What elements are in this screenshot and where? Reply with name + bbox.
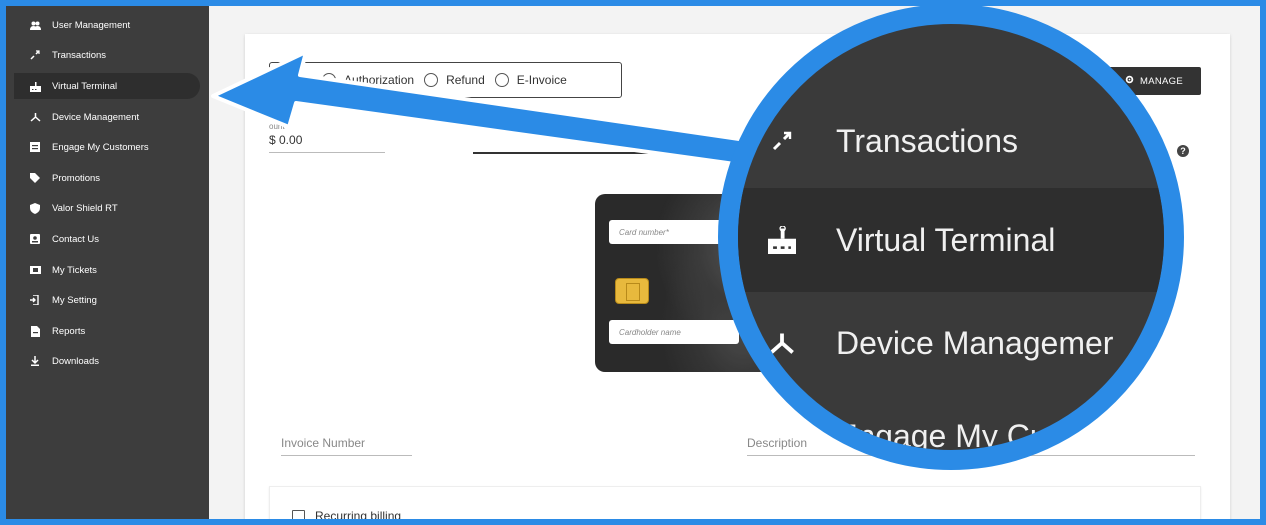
radio-circle[interactable] <box>424 73 439 87</box>
sidebar-item-label: My Tickets <box>52 264 97 276</box>
download-icon <box>29 355 41 367</box>
terminal-icon <box>762 226 802 254</box>
cardholder-name-input[interactable]: Cardholder name <box>609 320 739 344</box>
magnified-label: Transactions <box>836 122 1018 159</box>
sidebar-item-transactions[interactable]: Transactions <box>14 42 200 68</box>
screenshot-frame: User Management Transactions Virtual Ter… <box>0 0 1266 525</box>
amount-underline <box>269 152 385 153</box>
settings-icon <box>29 294 41 306</box>
magnified-sidebar: Transactions Virtual Terminal Device Man… <box>738 24 1164 450</box>
devices-icon <box>29 111 41 123</box>
radio-refund[interactable]: Refund <box>424 73 485 87</box>
radio-label: Sale <box>284 73 309 87</box>
sidebar-item-label: Virtual Terminal <box>52 80 118 92</box>
sidebar-item-device-management[interactable]: Device Management <box>14 104 200 130</box>
radio-label: Authorization <box>344 73 415 87</box>
radio-label: E-Invoice <box>516 73 567 87</box>
magnified-label: Device Managemer <box>836 324 1114 361</box>
sidebar-item-label: Reports <box>52 325 86 337</box>
magnified-label: Virtual Terminal <box>836 221 1056 258</box>
sidebar-item-virtual-terminal[interactable]: Virtual Terminal <box>14 73 200 99</box>
contact-icon <box>29 233 41 245</box>
transactions-icon <box>29 49 41 61</box>
invoice-number-label: Invoice Number <box>281 436 366 450</box>
recurring-billing-option[interactable]: Recurring billing <box>292 509 402 523</box>
radio-circle[interactable] <box>322 73 337 87</box>
sidebar: User Management Transactions Virtual Ter… <box>6 6 209 519</box>
tag-icon <box>29 172 41 184</box>
magnified-label: Engage My Cu <box>836 418 1048 454</box>
radio-authorization[interactable]: Authorization <box>322 73 414 87</box>
sidebar-item-user-management[interactable]: User Management <box>14 12 200 38</box>
phone-label: PhoneNo <box>473 122 507 131</box>
sidebar-item-label: Contact Us <box>52 233 99 245</box>
devices-icon <box>762 331 802 355</box>
recurring-billing-label: Recurring billing <box>315 509 402 523</box>
recurring-billing-checkbox[interactable] <box>292 509 305 519</box>
sidebar-item-valor-shield-rt[interactable]: Valor Shield RT <box>14 195 200 221</box>
magnified-item-virtual-terminal: Virtual Terminal <box>738 188 1164 292</box>
invoice-number-field[interactable]: Invoice Number <box>281 434 412 456</box>
sidebar-item-label: Engage My Customers <box>52 141 149 153</box>
report-icon <box>29 325 41 337</box>
sidebar-item-promotions[interactable]: Promotions <box>14 165 200 191</box>
sidebar-item-engage-my-customers[interactable]: Engage My Customers <box>14 134 200 160</box>
engage-icon <box>29 141 41 153</box>
sidebar-item-downloads[interactable]: Downloads <box>14 348 200 374</box>
sidebar-item-label: Device Management <box>52 111 140 123</box>
phone-value[interactable] <box>473 133 703 147</box>
shield-icon <box>29 202 41 214</box>
transactions-icon <box>762 131 802 151</box>
sidebar-item-contact-us[interactable]: Contact Us <box>14 226 200 252</box>
phone-underline <box>473 152 703 154</box>
magnifier-callout: Transactions Virtual Terminal Device Man… <box>718 6 1184 470</box>
magnified-item-device-management: Device Managemer <box>738 292 1164 394</box>
card-chip-icon <box>615 278 649 304</box>
sidebar-item-label: Transactions <box>52 49 107 61</box>
radio-sale[interactable]: Sale <box>284 73 308 87</box>
sidebar-item-label: Promotions <box>52 172 101 184</box>
sidebar-item-label: My Setting <box>52 294 97 306</box>
email-field[interactable]: Email <box>677 137 707 151</box>
radio-label: Refund <box>446 73 485 87</box>
sidebar-item-reports[interactable]: Reports <box>14 318 200 344</box>
sidebar-item-my-setting[interactable]: My Setting <box>14 287 200 313</box>
sidebar-item-label: Valor Shield RT <box>52 202 118 214</box>
radio-e-invoice[interactable]: E-Invoice <box>494 73 567 87</box>
sidebar-item-label: Downloads <box>52 355 99 367</box>
users-icon <box>29 19 41 31</box>
phone-field[interactable]: PhoneNo <box>473 122 703 154</box>
amount-value[interactable]: $ 0.00 <box>269 133 385 147</box>
sidebar-item-label: User Management <box>52 19 131 31</box>
sidebar-item-my-tickets[interactable]: My Tickets <box>14 257 200 283</box>
help-icon[interactable]: ? <box>1177 145 1189 157</box>
amount-label: ount * <box>269 122 290 131</box>
recurring-billing-panel: Recurring billing <box>269 486 1201 523</box>
invoice-underline <box>281 455 412 456</box>
transaction-type-group: Sale Authorization Refund E-Invoice <box>269 62 622 98</box>
magnified-item-transactions: Transactions <box>738 94 1164 188</box>
terminal-icon <box>29 80 41 92</box>
ticket-icon <box>29 264 41 276</box>
amount-field[interactable]: ount * $ 0.00 <box>269 122 385 153</box>
radio-circle[interactable] <box>494 73 509 87</box>
